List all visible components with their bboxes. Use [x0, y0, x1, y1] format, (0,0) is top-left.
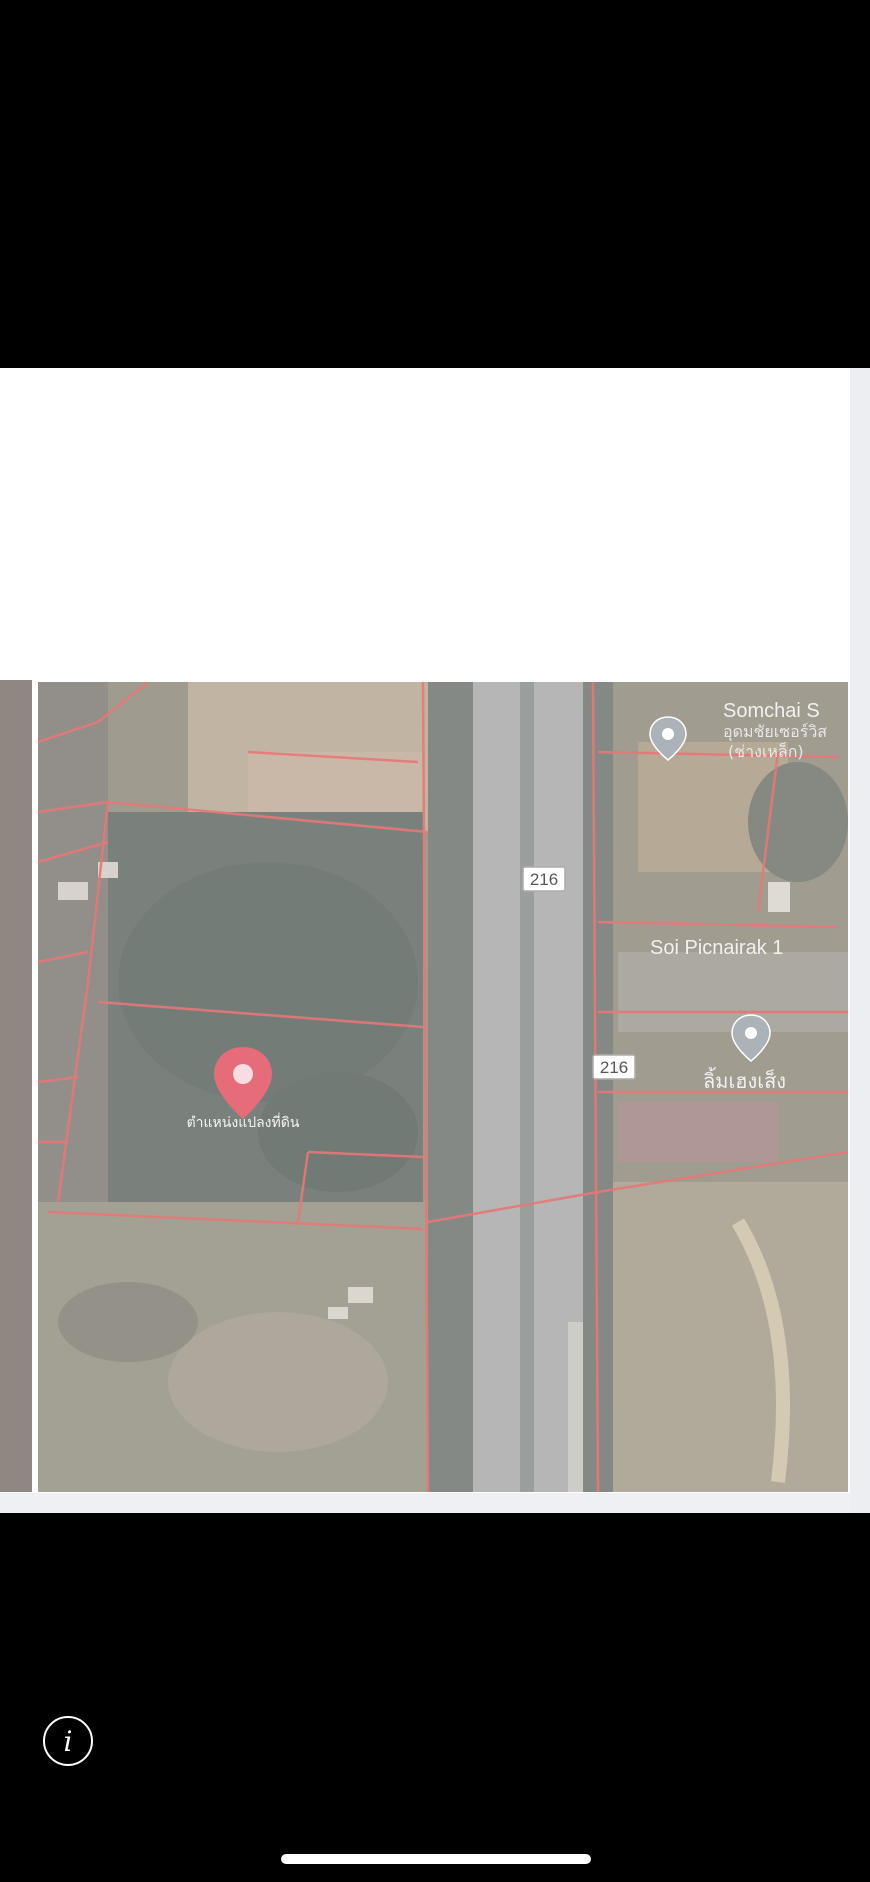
home-indicator[interactable]	[281, 1854, 591, 1864]
previous-image-edge[interactable]	[0, 680, 32, 1492]
info-glyph: i	[63, 1724, 73, 1758]
image-bottom-border	[0, 1493, 850, 1513]
satellite-map-image[interactable]: 216 216 Soi Picnairak 1 Somchai S อุดมชั…	[38, 682, 848, 1492]
scroll-track[interactable]	[850, 368, 870, 1513]
info-icon[interactable]: i	[43, 1716, 93, 1766]
